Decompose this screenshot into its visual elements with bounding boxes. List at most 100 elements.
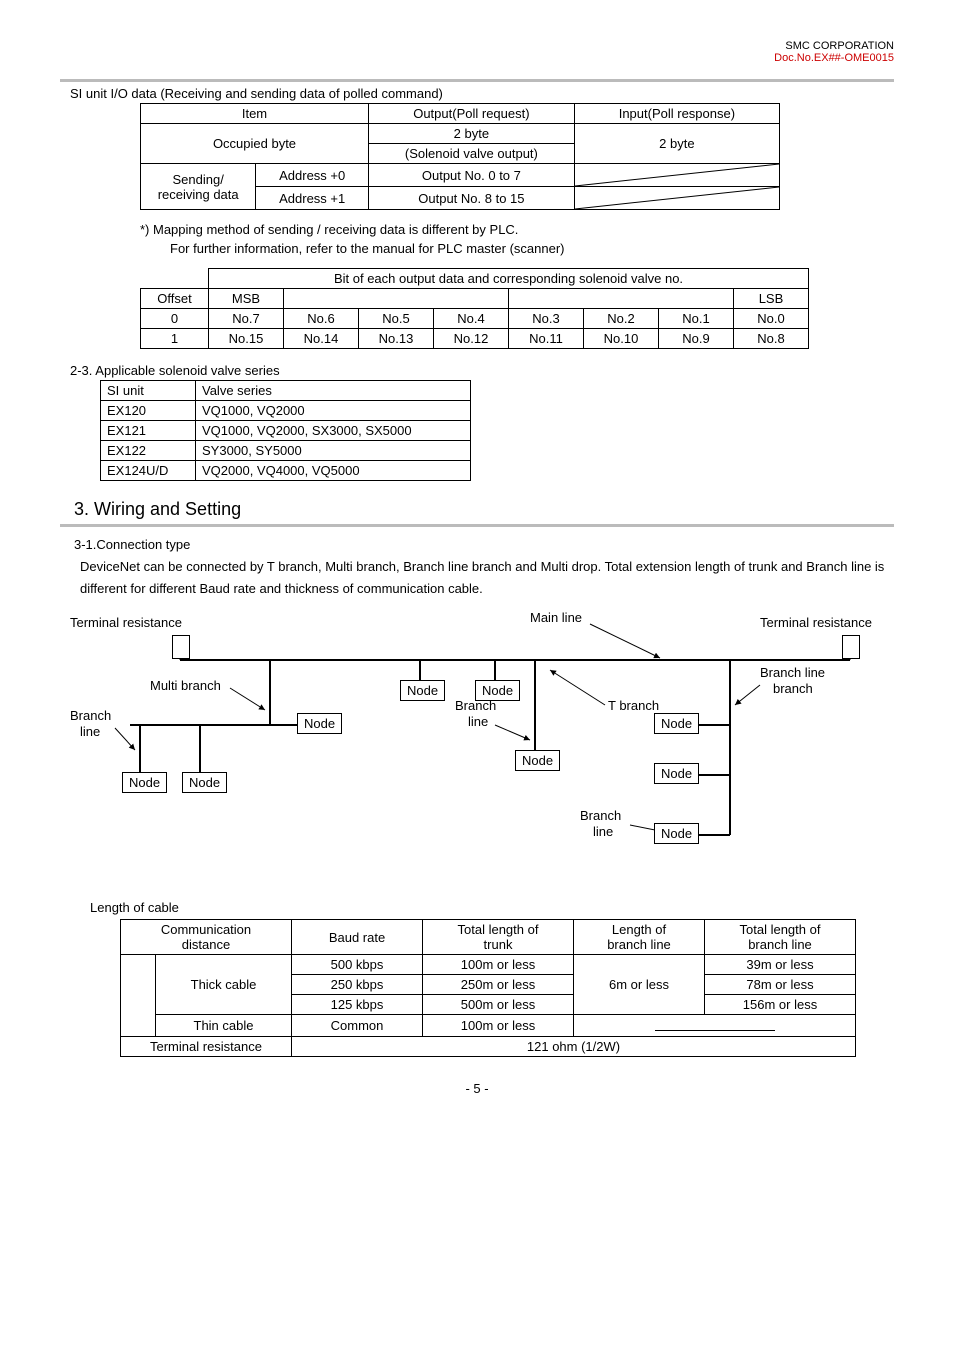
table-row: EX120VQ1000, VQ2000 bbox=[101, 401, 471, 421]
th-si-unit: SI unit bbox=[101, 381, 196, 401]
note-further: For further information, refer to the ma… bbox=[170, 241, 894, 256]
table-row: Thick cable 500 kbps 100m or less 6m or … bbox=[121, 955, 856, 975]
branch-label: Branch bbox=[70, 708, 111, 723]
occupied-byte: Occupied byte bbox=[141, 124, 369, 164]
cell: 250m or less bbox=[423, 975, 574, 995]
cell: Common bbox=[292, 1015, 423, 1037]
th-baud: Baud rate bbox=[292, 920, 423, 955]
solenoid-output: (Solenoid valve output) bbox=[369, 144, 575, 164]
bit-table: Bit of each output data and correspondin… bbox=[140, 268, 809, 349]
doc-header: SMC CORPORATION Doc.No.EX##-OME0015 bbox=[60, 40, 894, 64]
blank-underline bbox=[574, 1015, 856, 1037]
cell: 250 kbps bbox=[292, 975, 423, 995]
cell: No.7 bbox=[209, 309, 284, 329]
node-box: Node bbox=[182, 772, 227, 793]
cell: 500 kbps bbox=[292, 955, 423, 975]
cell: No.10 bbox=[584, 329, 659, 349]
th-lsb: LSB bbox=[734, 289, 809, 309]
th-comm-dist: Communication distance bbox=[121, 920, 292, 955]
node-box: Node bbox=[654, 823, 699, 844]
cell: 78m or less bbox=[705, 975, 856, 995]
terminal-resistance-label: Terminal resistance bbox=[760, 615, 872, 630]
th-valve-series: Valve series bbox=[196, 381, 471, 401]
cell: 500m or less bbox=[423, 995, 574, 1015]
cell: No.14 bbox=[284, 329, 359, 349]
si-unit-title: SI unit I/O data (Receiving and sending … bbox=[70, 86, 894, 101]
cell: No.8 bbox=[734, 329, 809, 349]
cell: No.0 bbox=[734, 309, 809, 329]
th-output: Output(Poll request) bbox=[369, 104, 575, 124]
branch-label2: branch bbox=[773, 681, 813, 696]
node-box: Node bbox=[297, 713, 342, 734]
branch-line-branch-label: Branch line bbox=[760, 665, 825, 680]
output-2byte: 2 byte bbox=[369, 124, 575, 144]
th-tot-branch: Total length of branch line bbox=[705, 920, 856, 955]
addr1: Address +1 bbox=[256, 187, 369, 210]
divider bbox=[60, 524, 894, 527]
sending-label: Sending/ bbox=[141, 172, 255, 187]
th-len-branch: Length of branch line bbox=[574, 920, 705, 955]
cell: EX120 bbox=[101, 401, 196, 421]
th-input: Input(Poll response) bbox=[574, 104, 779, 124]
cell: VQ2000, VQ4000, VQ5000 bbox=[196, 461, 471, 481]
note-mapping: *) Mapping method of sending / receiving… bbox=[140, 222, 894, 237]
cell: EX124U/D bbox=[101, 461, 196, 481]
cell: 0 bbox=[141, 309, 209, 329]
line-label: line bbox=[593, 824, 613, 839]
cell: 125 kbps bbox=[292, 995, 423, 1015]
dist-label: distance bbox=[131, 937, 281, 952]
sending-receiving: Sending/ receiving data bbox=[141, 164, 256, 210]
table-row: EX122SY3000, SY5000 bbox=[101, 441, 471, 461]
output-8-15: Output No. 8 to 15 bbox=[369, 187, 575, 210]
cell: No.12 bbox=[434, 329, 509, 349]
cell: No.4 bbox=[434, 309, 509, 329]
comm-label: Communication bbox=[131, 922, 281, 937]
table-row: EX124U/DVQ2000, VQ4000, VQ5000 bbox=[101, 461, 471, 481]
node-box: Node bbox=[654, 763, 699, 784]
connection-para: DeviceNet can be connected by T branch, … bbox=[80, 556, 894, 600]
cell: 6m or less bbox=[574, 955, 705, 1015]
table-row: 1 No.15 No.14 No.13 No.12 No.11 No.10 No… bbox=[141, 329, 809, 349]
bl2-label: branch line bbox=[715, 937, 845, 952]
empty-corner bbox=[141, 269, 209, 289]
wiring-title: 3. Wiring and Setting bbox=[74, 499, 894, 520]
empty bbox=[284, 289, 509, 309]
term-res: Terminal resistance bbox=[121, 1037, 292, 1057]
t-branch-label: T branch bbox=[608, 698, 659, 713]
company-name: SMC CORPORATION bbox=[785, 40, 894, 52]
th-msb: MSB bbox=[209, 289, 284, 309]
cell: EX121 bbox=[101, 421, 196, 441]
node-box: Node bbox=[400, 680, 445, 701]
length-of-cable-title: Length of cable bbox=[90, 900, 894, 915]
output-0-7: Output No. 0 to 7 bbox=[369, 164, 575, 187]
io-data-table: Item Output(Poll request) Input(Poll res… bbox=[140, 103, 780, 210]
terminal-resistor-icon bbox=[842, 635, 860, 659]
trunk-label: trunk bbox=[433, 937, 563, 952]
thin-cable: Thin cable bbox=[156, 1015, 292, 1037]
table-row: Terminal resistance 121 ohm (1/2W) bbox=[121, 1037, 856, 1057]
valve-series-table: SI unit Valve series EX120VQ1000, VQ2000… bbox=[100, 380, 471, 481]
terminal-resistance-label: Terminal resistance bbox=[70, 615, 182, 630]
applicable-title: 2-3. Applicable solenoid valve series bbox=[70, 363, 894, 378]
cell: No.11 bbox=[509, 329, 584, 349]
doc-number: Doc.No.EX##-OME0015 bbox=[774, 52, 894, 64]
network-diagram: Terminal resistance Terminal resistance … bbox=[60, 610, 880, 890]
branch-label: Branch bbox=[580, 808, 621, 823]
cell: No.9 bbox=[659, 329, 734, 349]
cell: 100m or less bbox=[423, 955, 574, 975]
branch-label: Branch bbox=[455, 698, 496, 713]
cell: EX122 bbox=[101, 441, 196, 461]
cell: No.1 bbox=[659, 309, 734, 329]
input-2byte: 2 byte bbox=[574, 124, 779, 164]
cell: VQ1000, VQ2000, SX3000, SX5000 bbox=[196, 421, 471, 441]
cell: No.13 bbox=[359, 329, 434, 349]
bl-label: branch line bbox=[584, 937, 694, 952]
slash-cell bbox=[574, 187, 779, 210]
node-box: Node bbox=[654, 713, 699, 734]
slash-cell bbox=[574, 164, 779, 187]
empty bbox=[509, 289, 734, 309]
cell: VQ1000, VQ2000 bbox=[196, 401, 471, 421]
connection-type-title: 3-1.Connection type bbox=[74, 537, 894, 552]
cell: 39m or less bbox=[705, 955, 856, 975]
cell: No.15 bbox=[209, 329, 284, 349]
